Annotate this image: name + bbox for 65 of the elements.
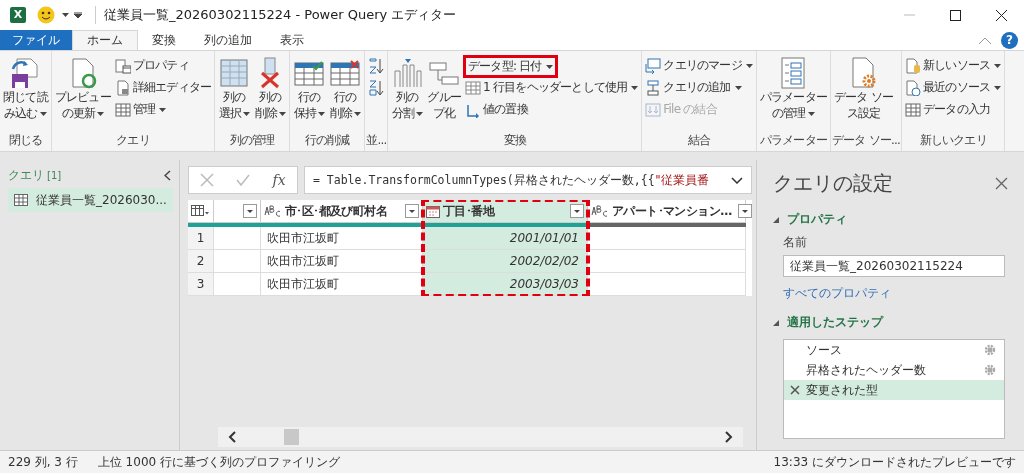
section-heading: 適用したステップ (787, 314, 883, 331)
group-label: 結合 (686, 132, 712, 149)
ribbon-button[interactable]: 詳細エディター (112, 77, 214, 98)
group-label: クエリ (115, 132, 151, 149)
column-header[interactable]: 丁目･番地 (423, 200, 588, 223)
table-cell: 2002/02/02 (423, 250, 588, 273)
ribbon-button[interactable]: グルー プ化 (425, 55, 464, 123)
group-label: 列の管理 (228, 132, 276, 149)
ribbon-button[interactable]: 最近のソース (903, 77, 1004, 98)
formula-field[interactable]: = Table.TransformColumnTypes(昇格されたヘッダー数,{{"従業員番 (304, 166, 752, 194)
ribbon-button[interactable]: データ型: 日付 (463, 55, 558, 78)
pane-title: クエリ (8, 166, 44, 184)
ribbon-button[interactable]: データ ソー ス設定 (831, 55, 895, 123)
query-item[interactable]: 従業員一覧_2026030... (8, 188, 173, 212)
ribbon-button[interactable]: 列の 選択 (216, 55, 253, 123)
ribbon-button[interactable]: 値の置換 (463, 99, 530, 120)
ribbon-button[interactable]: 新しいソース (903, 55, 1004, 76)
status-text: 13:33 にダウンロードされたプレビューです (773, 453, 1016, 471)
status-text: 上位 1000 行に基づく列のプロファイリング (97, 453, 340, 471)
group-label: 変換 (502, 132, 528, 149)
applied-step[interactable]: 変更された型 (784, 380, 1004, 400)
table-cell: 2003/03/03 (423, 273, 588, 296)
applied-step[interactable]: ソース (784, 340, 1004, 360)
help-button[interactable]: ? (1001, 31, 1018, 49)
applied-step[interactable]: 昇格されたヘッダー数 (784, 360, 1004, 380)
group-label: 行の削減 (303, 132, 351, 149)
group-label: パラメーター (758, 132, 828, 149)
row-number: 1 (188, 227, 214, 250)
status-text: 229 列, 3 行 (8, 453, 78, 471)
ribbon-tab[interactable]: 変換 (138, 30, 190, 50)
table-cell: 吹田市江坂町 (261, 227, 423, 250)
ribbon-button[interactable]: クエリの追加 (643, 77, 744, 98)
table-cell: 吹田市江坂町 (261, 250, 423, 273)
ribbon-tab[interactable]: 表示 (266, 30, 318, 50)
ribbon-button[interactable]: 閉じて読 み込む (1, 55, 50, 123)
field-label: 名前 (783, 234, 808, 251)
ribbon-button[interactable]: 列の 分割 (389, 55, 426, 123)
row-number: 2 (188, 250, 214, 273)
pane-title: クエリの設定 (773, 170, 893, 197)
app-icon[interactable]: X (10, 7, 26, 23)
query-count: [1] (47, 169, 62, 181)
ribbon-button[interactable]: 管理 (112, 99, 169, 120)
ribbon-button[interactable]: 1 行目をヘッダーとして使用 (463, 77, 641, 98)
ribbon-button[interactable]: プレビュー の更新 (52, 55, 113, 123)
section-heading: プロパティ (787, 211, 847, 228)
ribbon-button[interactable]: 列の 削除 (252, 55, 289, 123)
ribbon-tab[interactable]: 列の追加 (190, 30, 266, 50)
group-label: 閉じる (7, 132, 44, 149)
ribbon-button[interactable]: プロパティ (112, 55, 191, 76)
name-field[interactable]: 従業員一覧_20260302115224 (783, 255, 1005, 277)
table-cell: 2001/01/01 (423, 227, 588, 250)
group-label: 新しいクエリ (918, 132, 988, 149)
group-label: データ ソー... (831, 132, 900, 149)
ribbon-button[interactable]: 行の 削除 (327, 55, 364, 123)
ribbon-tab[interactable]: ファイル (0, 30, 72, 50)
ribbon-button[interactable]: データの入力 (903, 99, 993, 120)
ribbon-button[interactable]: パラメーター の管理 (757, 55, 829, 123)
group-label: 並... (366, 132, 387, 149)
table-cell: 吹田市江坂町 (261, 273, 423, 296)
row-number: 3 (188, 273, 214, 296)
window-title: 従業員一覧_20260302115224 - Power Query エディター (95, 6, 457, 24)
ribbon-button[interactable]: クエリのマージ (643, 55, 755, 76)
ribbon-tab[interactable]: ホーム (72, 30, 138, 50)
ribbon-button[interactable]: 行の 保持 (291, 55, 328, 123)
all-properties-link[interactable]: すべてのプロパティ (783, 285, 1008, 302)
